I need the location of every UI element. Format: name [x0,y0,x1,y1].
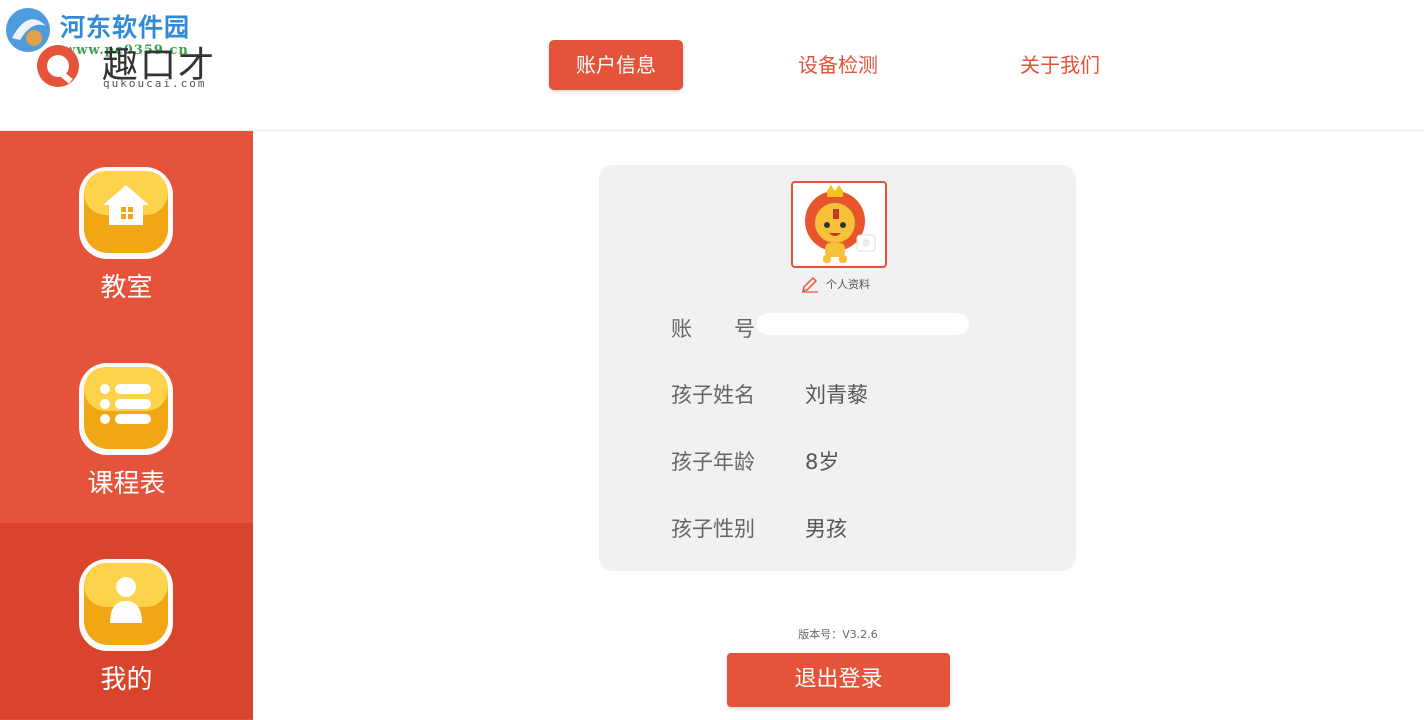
tab-account-info[interactable]: 账户信息 [549,40,683,90]
field-value: 刘青藜 [805,383,868,407]
tab-about-us[interactable]: 关于我们 [993,40,1127,90]
tab-device-check[interactable]: 设备检测 [771,40,905,90]
redaction-mask [757,313,969,335]
app-logo-icon [37,45,79,87]
sidebar-item-label: 课程表 [87,469,166,499]
sidebar-item-mine[interactable]: 我的 [0,523,253,719]
field-label: 账 号 [671,317,755,341]
logo-area: 河东软件园 www.pc0359.cn 趣口才 qukoucai.com [0,0,260,130]
field-child-name: 孩子姓名 刘青藜 [671,379,1051,409]
field-value: 8岁 [805,450,840,474]
home-icon [79,167,173,259]
sidebar-item-schedule[interactable]: 课程表 [0,327,253,523]
edit-profile-label: 个人资料 [826,278,870,291]
avatar[interactable] [791,181,887,268]
field-label: 孩子姓名 [671,383,755,407]
app-domain: qukoucai.com [103,77,207,90]
sidebar: 教室 课程表 我的 [0,131,253,720]
logout-button[interactable]: 退出登录 [727,653,950,707]
list-icon [79,363,173,455]
lion-avatar-icon [805,185,876,263]
sidebar-item-label: 教室 [100,273,153,303]
pencil-icon [801,277,818,293]
top-header: 河东软件园 www.pc0359.cn 趣口才 qukoucai.com 账户信… [0,0,1424,131]
sidebar-item-classroom[interactable]: 教室 [0,131,253,327]
field-label: 孩子性别 [671,517,755,541]
account-card: 个人资料 账 号 13 孩子姓名 刘青藜 孩子年龄 8岁 孩子性别 男孩 [599,165,1076,571]
field-label: 孩子年龄 [671,450,755,474]
field-child-age: 孩子年龄 8岁 [671,446,1051,476]
user-icon [79,559,173,651]
sidebar-item-label: 我的 [100,665,153,695]
version-text: 版本号：V3.2.6 [798,628,878,641]
field-child-gender: 孩子性别 男孩 [671,513,1051,543]
field-value: 男孩 [805,517,847,541]
